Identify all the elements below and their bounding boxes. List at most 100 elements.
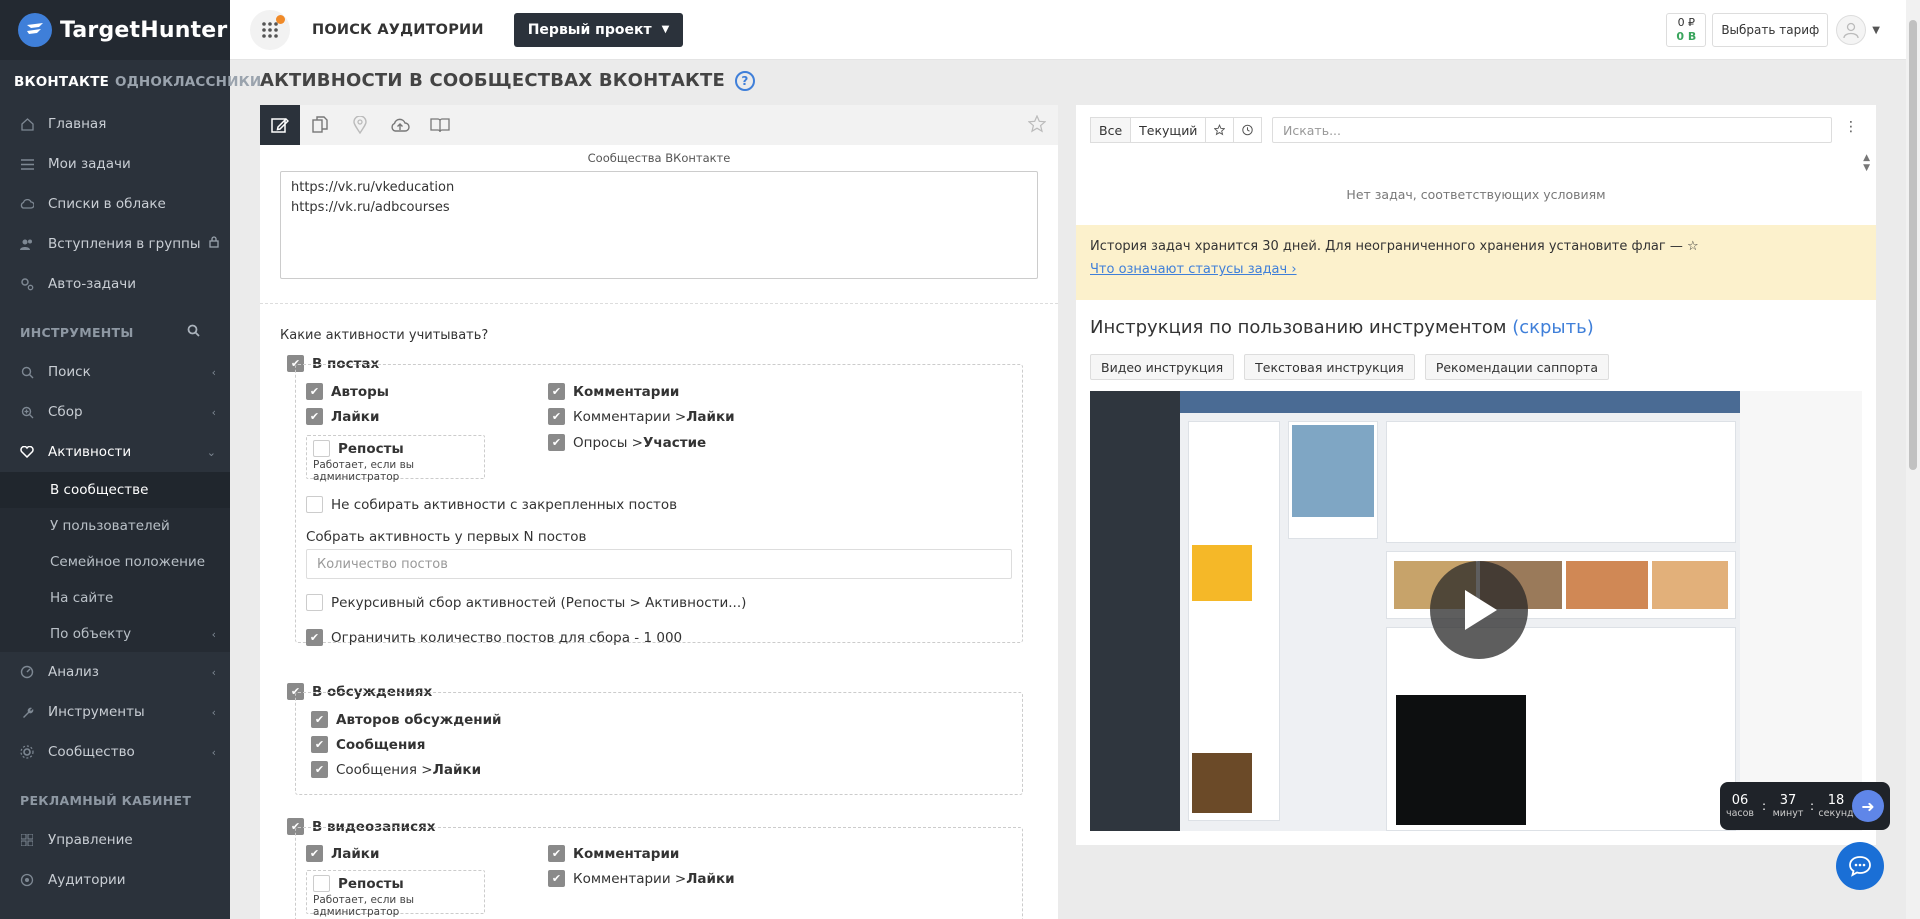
option-post-likes[interactable]: ✔ Лайки (306, 408, 379, 425)
location-tab-button[interactable] (340, 105, 380, 145)
sidebar-item-label: Сбор (48, 404, 83, 420)
option-post-reposts[interactable]: Репосты Работает, если вы администратор (306, 435, 485, 483)
balance-badge[interactable]: 0 ₽ 0 B (1666, 13, 1707, 47)
chat-icon (1849, 856, 1871, 877)
timer-hours: 06 часов (1725, 793, 1755, 819)
divider (260, 303, 1058, 304)
filter-all-button[interactable]: Все (1090, 117, 1132, 143)
option-post-comments[interactable]: ✔ Комментарии (548, 383, 679, 400)
tab-text-instruction[interactable]: Текстовая инструкция (1244, 354, 1415, 380)
gear-icon (20, 745, 34, 759)
sidebar-item-tools[interactable]: Инструменты ‹ (0, 692, 230, 732)
heart-icon (20, 445, 34, 459)
edit-tab-button[interactable] (260, 105, 300, 145)
favorite-star-icon[interactable] (1027, 114, 1047, 137)
tab-support-recommendations[interactable]: Рекомендации саппорта (1424, 354, 1609, 380)
video-thumb-photo (1292, 425, 1374, 517)
cloud-icon (20, 197, 34, 211)
option-video-likes[interactable]: ✔ Лайки (306, 845, 379, 862)
caret-down-icon[interactable]: ▼ (1872, 25, 1880, 36)
option-limit-posts[interactable]: ✔ Ограничить количество постов для сбора … (306, 629, 682, 646)
sidebar-item-label: Инструменты (48, 704, 145, 720)
filter-history-button[interactable] (1234, 117, 1263, 143)
search-icon[interactable] (187, 324, 200, 340)
option-post-comment-likes[interactable]: ✔ Комментарии > Лайки (548, 408, 735, 425)
option-discussion-messages[interactable]: ✔ Сообщения (311, 736, 425, 753)
sidebar-item-activity[interactable]: Активности ⌄ (0, 432, 230, 472)
option-post-authors[interactable]: ✔ Авторы (306, 383, 389, 400)
option-video-comment-likes[interactable]: ✔ Комментарии > Лайки (548, 870, 735, 887)
sidebar-item-label: Мои задачи (48, 156, 131, 172)
communities-textarea[interactable]: https://vk.ru/vkeducation https://vk.ru/… (280, 171, 1038, 279)
copy-tab-button[interactable] (300, 105, 340, 145)
notice-text: История задач хранится 30 дней. Для неог… (1090, 239, 1699, 254)
play-icon (1465, 590, 1497, 630)
project-dropdown[interactable]: Первый проект ▼ (513, 12, 684, 47)
arrow-right-icon[interactable]: ➜ (1852, 790, 1884, 822)
sidebar-item-analysis[interactable]: Анализ ‹ (0, 652, 230, 692)
instructions-title: Инструкция по пользованию инструментом (… (1090, 317, 1594, 338)
option-video-reposts[interactable]: Репосты Работает, если вы администратор (306, 870, 485, 918)
sidebar-item-management[interactable]: Управление (0, 820, 230, 860)
play-button[interactable] (1430, 561, 1528, 659)
sidebar-item-my-tasks[interactable]: Мои задачи (0, 144, 230, 184)
sidebar-item-home[interactable]: Главная (0, 104, 230, 144)
tab-odnoklassniki[interactable]: ОДНОКЛАССНИКИ (115, 74, 261, 90)
filter-starred-button[interactable] (1206, 117, 1235, 143)
sidebar-item-label: Списки в облаке (48, 196, 166, 212)
option-post-polls[interactable]: ✔ Опросы > Участие (548, 434, 706, 451)
option-no-pinned[interactable]: Не собирать активности с закрепленных по… (306, 496, 677, 513)
filter-current-button[interactable]: Текущий (1131, 117, 1207, 143)
sidebar-item-cloud-lists[interactable]: Списки в облаке (0, 184, 230, 224)
sidebar-subitem-on-site[interactable]: На сайте (0, 580, 230, 616)
first-n-label: Собрать активность у первых N постов (306, 529, 587, 545)
sidebar-item-collect[interactable]: Сбор ‹ (0, 392, 230, 432)
sidebar-item-label: Поиск (48, 364, 91, 380)
first-n-posts-input[interactable]: Количество постов (306, 549, 1012, 579)
page-scrollbar[interactable] (1906, 0, 1920, 919)
edit-icon (271, 117, 289, 133)
option-discussion-authors[interactable]: ✔ Авторов обсуждений (311, 711, 502, 728)
balance-rub: 0 ₽ (1677, 16, 1696, 29)
video-player[interactable] (1090, 391, 1862, 831)
list-icon (20, 157, 34, 171)
avatar[interactable] (1836, 15, 1867, 45)
sidebar-subitem-at-users[interactable]: У пользователей (0, 508, 230, 544)
tab-vkontakte[interactable]: ВКОНТАКТЕ (14, 74, 109, 90)
task-status-link[interactable]: Что означают статусы задач › (1090, 262, 1862, 277)
tab-video-instruction[interactable]: Видео инструкция (1090, 354, 1235, 380)
book-tab-button[interactable] (420, 105, 460, 145)
timer-minutes: 37 минут (1772, 793, 1804, 819)
option-discussion-message-likes[interactable]: ✔ Сообщения > Лайки (311, 761, 481, 778)
sidebar-item-audiences[interactable]: Аудитории (0, 860, 230, 900)
scroll-arrows[interactable]: ▲ ▼ (1863, 153, 1870, 173)
sidebar-item-auto-tasks[interactable]: Авто-задачи (0, 264, 230, 304)
video-thumbnail-right (1740, 391, 1862, 831)
chat-button[interactable] (1836, 842, 1884, 890)
sidebar-item-label: Аудитории (48, 872, 126, 888)
logo[interactable]: TargetHunter (0, 0, 230, 60)
task-search-input[interactable]: Искать... (1272, 117, 1832, 143)
option-recursive[interactable]: Рекурсивный сбор активностей (Репосты > … (306, 594, 746, 611)
choose-tariff-button[interactable]: Выбрать тариф (1712, 13, 1829, 47)
option-video-comments[interactable]: ✔ Комментарии (548, 845, 679, 862)
sidebar-subitem-by-object[interactable]: По объекту ‹ (0, 616, 230, 652)
chevron-left-icon: ‹ (211, 365, 216, 379)
hide-instructions-link[interactable]: (скрыть) (1512, 317, 1594, 338)
sidebar-subitem-in-community[interactable]: В сообществе (0, 472, 230, 508)
sidebar-item-group-joins[interactable]: Вступления в группы (0, 224, 230, 264)
apps-grid-button[interactable] (250, 9, 290, 50)
more-vertical-icon[interactable]: ⋮ (1844, 119, 1858, 135)
sidebar-item-search[interactable]: Поиск ‹ (0, 352, 230, 392)
sidebar-item-community[interactable]: Сообщество ‹ (0, 732, 230, 772)
help-icon[interactable]: ? (734, 70, 755, 91)
tools-section-title: ИНСТРУМЕНТЫ (0, 312, 230, 352)
logo-icon (18, 13, 52, 47)
community-line: https://vk.ru/adbcourses (291, 200, 450, 215)
grid-icon (262, 21, 278, 38)
upload-tab-button[interactable] (380, 105, 420, 145)
sidebar-subitem-family-status[interactable]: Семейное положение (0, 544, 230, 580)
scrollbar-thumb[interactable] (1909, 20, 1917, 470)
video-thumbnail-topbar (1180, 391, 1740, 413)
instruction-tabs: Видео инструкция Текстовая инструкция Ре… (1090, 354, 1619, 380)
